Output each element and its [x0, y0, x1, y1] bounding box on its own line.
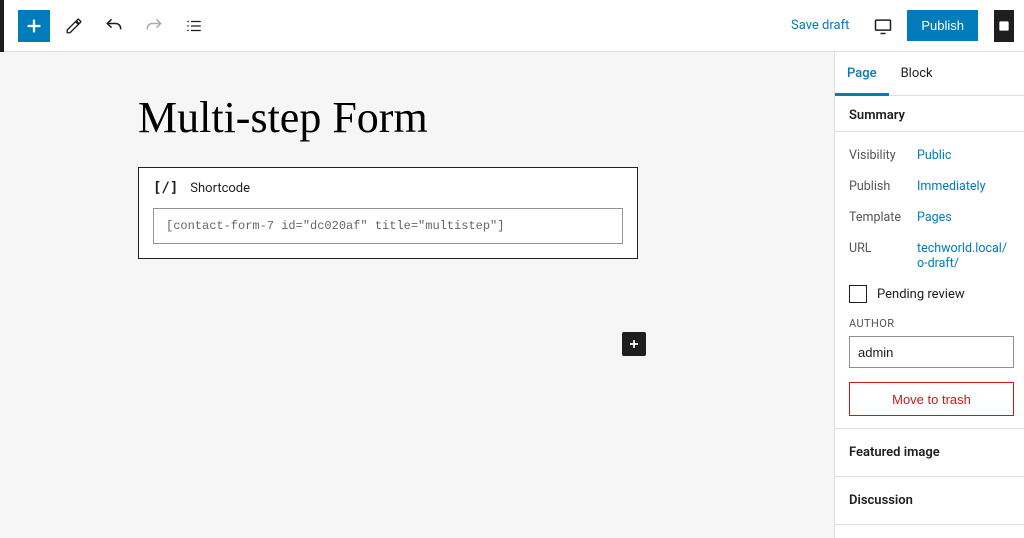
- admin-bar-strip: [0, 0, 4, 52]
- shortcode-icon: [/]: [153, 180, 178, 196]
- visibility-row: Visibility Public: [849, 148, 1014, 163]
- author-label: AUTHOR: [849, 317, 1014, 330]
- pending-review-checkbox[interactable]: [849, 285, 867, 303]
- publish-date-label: Publish: [849, 179, 909, 194]
- undo-button[interactable]: [98, 10, 130, 42]
- template-value[interactable]: Pages: [917, 210, 1014, 225]
- editor-canvas[interactable]: Multi-step Form [/] Shortcode: [0, 52, 834, 538]
- template-label: Template: [849, 210, 909, 225]
- preview-button[interactable]: [867, 10, 899, 42]
- url-label: URL: [849, 241, 909, 256]
- publish-row: Publish Immediately: [849, 179, 1014, 194]
- settings-sidebar: Page Block Summary Visibility Public Pub…: [834, 52, 1024, 538]
- visibility-value[interactable]: Public: [917, 148, 1014, 163]
- discussion-panel[interactable]: Discussion: [835, 477, 1024, 525]
- move-to-trash-button[interactable]: Move to trash: [849, 382, 1014, 416]
- settings-toggle-button[interactable]: [994, 10, 1014, 42]
- shortcode-input[interactable]: [153, 208, 623, 244]
- featured-image-panel[interactable]: Featured image: [835, 429, 1024, 477]
- tab-block[interactable]: Block: [889, 52, 945, 95]
- block-inserter-button[interactable]: [18, 10, 50, 42]
- shortcode-block[interactable]: [/] Shortcode: [138, 167, 638, 259]
- page-title[interactable]: Multi-step Form: [138, 92, 834, 143]
- visibility-label: Visibility: [849, 148, 909, 163]
- summary-heading: Summary: [849, 108, 1014, 123]
- redo-button[interactable]: [138, 10, 170, 42]
- shortcode-block-label: Shortcode: [190, 181, 250, 196]
- add-block-button[interactable]: [622, 332, 646, 356]
- author-select[interactable]: admin: [849, 336, 1014, 368]
- tab-page[interactable]: Page: [835, 52, 889, 96]
- url-row: URL techworld.local/o-draft/: [849, 241, 1014, 271]
- url-value[interactable]: techworld.local/o-draft/: [917, 241, 1014, 271]
- document-outline-button[interactable]: [178, 10, 210, 42]
- publish-date-value[interactable]: Immediately: [917, 179, 1014, 194]
- template-row: Template Pages: [849, 210, 1014, 225]
- editor-topbar: Save draft Publish: [0, 0, 1024, 52]
- publish-button[interactable]: Publish: [907, 10, 978, 41]
- sidebar-tabs: Page Block: [835, 52, 1024, 96]
- edit-mode-button[interactable]: [58, 10, 90, 42]
- save-draft-button[interactable]: Save draft: [781, 12, 859, 39]
- pending-review-label: Pending review: [877, 287, 965, 302]
